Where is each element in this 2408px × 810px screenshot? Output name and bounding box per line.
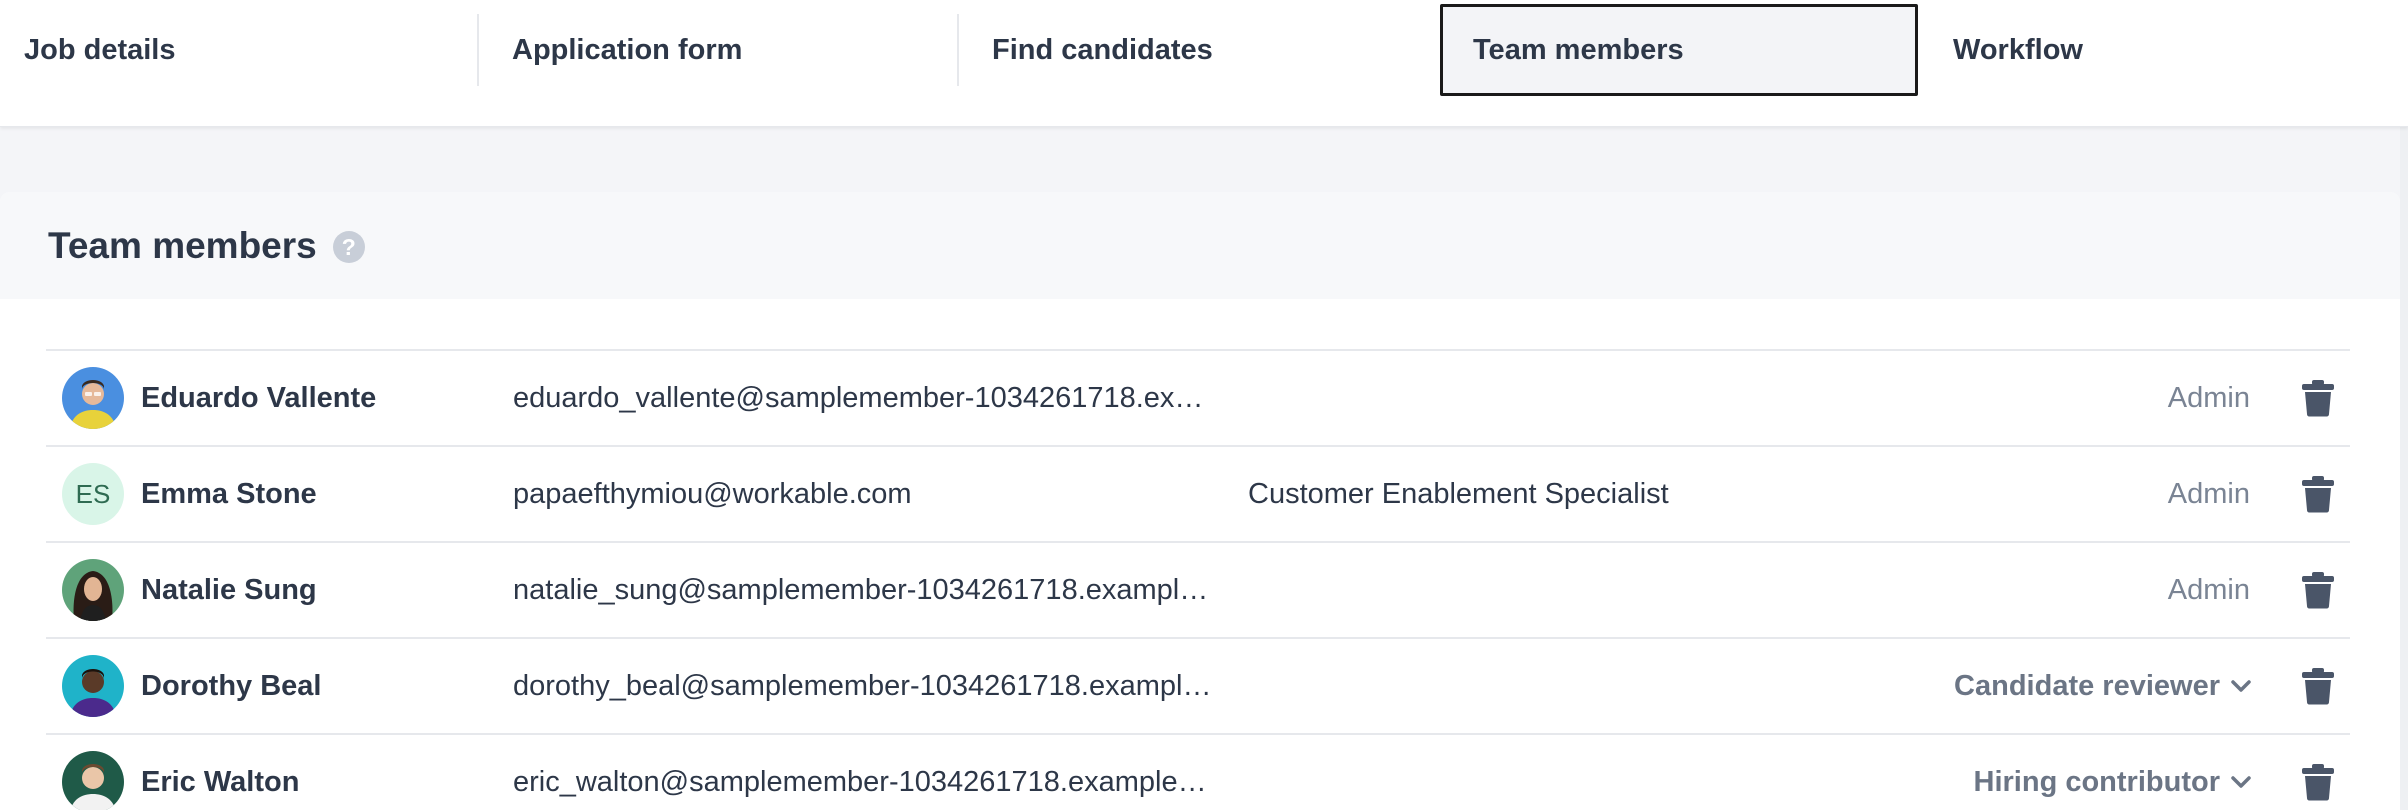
avatar [62,367,124,429]
member-role: Admin [2167,478,2250,510]
tab-label: Team members [1473,33,1684,66]
member-name: Natalie Sung [141,574,317,606]
tab-divider [477,14,479,86]
tab-label: Find candidates [992,33,1213,66]
member-email: papaefthymiou@workable.com [513,478,912,510]
card-header: Team members ? [0,192,2400,299]
tab-job-details[interactable]: Job details [24,4,176,96]
member-email: eduardo_vallente@samplemember-1034261718… [513,382,1213,414]
tab-label: Workflow [1953,33,2083,66]
trash-icon[interactable] [2300,571,2336,609]
help-icon[interactable]: ? [332,231,365,263]
member-name: Eric Walton [141,766,300,798]
section-title: Team members [48,224,317,266]
team-member-row: Eric Walton eric_walton@samplemember-103… [46,735,2350,810]
team-member-row: Dorothy Beal dorothy_beal@samplemember-1… [46,639,2350,735]
member-role: Admin [2167,574,2250,606]
tab-label: Application form [512,33,743,66]
trash-icon[interactable] [2300,379,2336,417]
scroll-gutter [2400,127,2408,810]
role-select-label: Hiring contributor [1973,765,2220,798]
role-select[interactable]: Candidate reviewer [1954,639,2252,733]
chevron-down-icon [2230,771,2252,793]
member-email: natalie_sung@samplemember-1034261718.exa… [513,574,1213,606]
team-members-list: Eduardo Vallente eduardo_vallente@sample… [46,349,2350,810]
tab-workflow[interactable]: Workflow [1953,4,2083,96]
member-email: dorothy_beal@samplemember-1034261718.exa… [513,670,1213,702]
member-name: Emma Stone [141,478,317,510]
team-member-row: Eduardo Vallente eduardo_vallente@sample… [46,351,2350,447]
team-member-row: Natalie Sung natalie_sung@samplemember-1… [46,543,2350,639]
member-name: Eduardo Vallente [141,382,377,414]
job-tabs: Job details Application form Find candid… [0,0,2408,127]
member-name: Dorothy Beal [141,670,322,702]
avatar [62,559,124,621]
tab-label: Job details [24,33,176,66]
member-job-title: Customer Enablement Specialist [1248,478,1669,510]
trash-icon[interactable] [2300,667,2336,705]
tab-divider [957,14,959,86]
avatar-initials: ES [75,478,111,509]
member-email: eric_walton@samplemember-1034261718.exam… [513,766,1213,798]
team-member-row: ES Emma Stone papaefthymiou@workable.com… [46,447,2350,543]
trash-icon[interactable] [2300,763,2336,801]
team-members-card: Team members ? Eduardo Vallente eduardo_… [0,192,2400,810]
role-select[interactable]: Hiring contributor [1974,735,2252,810]
trash-icon[interactable] [2300,475,2336,513]
role-select-label: Candidate reviewer [1954,669,2220,702]
tab-team-members[interactable]: Team members [1440,4,1918,96]
chevron-down-icon [2230,675,2252,697]
avatar: ES [62,463,124,525]
member-role: Admin [2167,382,2250,414]
tab-application-form[interactable]: Application form [512,4,742,96]
tab-find-candidates[interactable]: Find candidates [992,4,1213,96]
avatar [62,655,124,717]
avatar [62,751,124,810]
